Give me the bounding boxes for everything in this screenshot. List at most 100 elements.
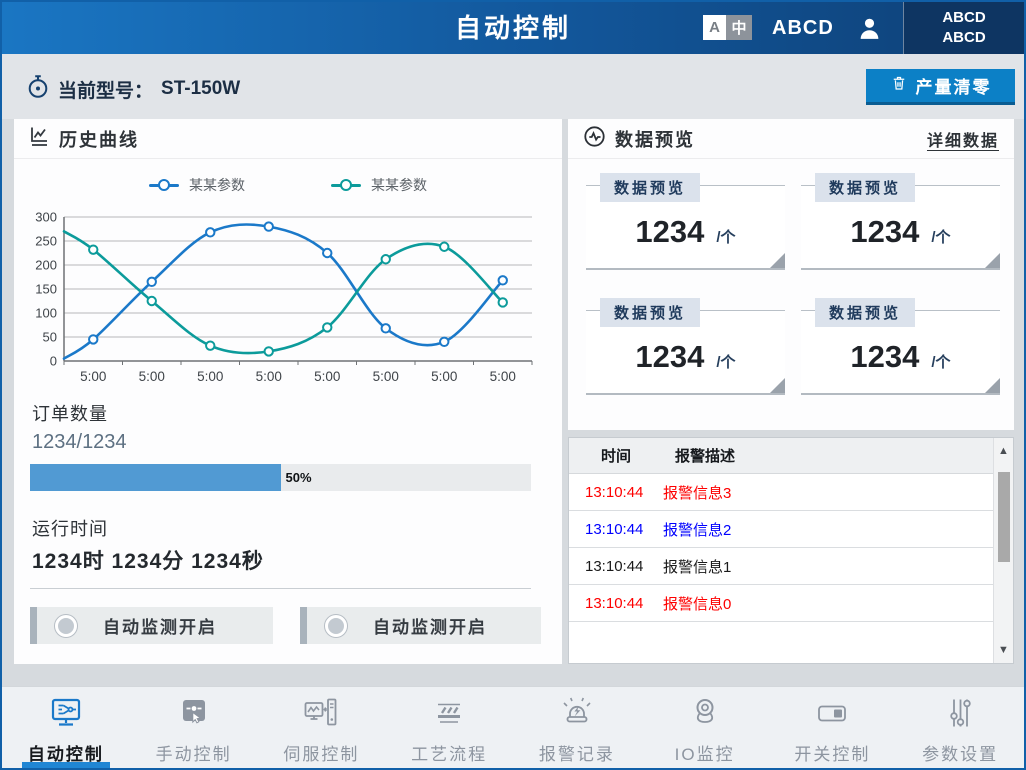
param-settings-icon <box>942 696 978 735</box>
card-label: 数据预览 <box>815 173 915 202</box>
legend-label-series2: 某某参数 <box>371 175 427 195</box>
auto-monitor-button-2[interactable]: 自动监测开启 <box>300 607 541 644</box>
nav-item-process-flow[interactable]: 工艺流程 <box>385 687 513 768</box>
language-option-zh[interactable]: 中 <box>726 15 752 40</box>
card-unit: /个 <box>716 354 735 371</box>
clear-output-button[interactable]: 产量清零 <box>866 69 1015 105</box>
data-preview-panel: 数据预览 详细数据 数据预览 1234/个 数据预览 1234/个 数据预览 1… <box>568 119 1014 430</box>
card-value: 1234 <box>635 339 704 374</box>
nav-label: 报警记录 <box>539 740 615 765</box>
nav-item-alarm-record[interactable]: 报警记录 <box>513 687 641 768</box>
table-row[interactable]: 13:10:44 报警信息3 <box>569 474 993 511</box>
auto-monitor-label-2: 自动监测开启 <box>373 613 487 638</box>
legend-item-series1[interactable]: 某某参数 <box>149 175 245 195</box>
legend-marker-series1 <box>149 179 179 191</box>
card-unit: /个 <box>931 354 950 371</box>
auto-monitor-button-1[interactable]: 自动监测开启 <box>30 607 273 644</box>
nav-item-param-settings[interactable]: 参数设置 <box>896 687 1024 768</box>
corner-fold-icon <box>985 378 1000 393</box>
svg-text:5:00: 5:00 <box>373 369 399 384</box>
clear-output-label: 产量清零 <box>916 73 992 98</box>
chart-legend: 某某参数 某某参数 <box>14 175 562 195</box>
svg-text:5:00: 5:00 <box>431 369 457 384</box>
gauge-icon <box>26 73 50 105</box>
switch-control-icon <box>814 696 850 735</box>
card-label: 数据预览 <box>815 298 915 327</box>
nav-item-io-monitor[interactable]: IO监控 <box>641 687 769 768</box>
nav-label: IO监控 <box>675 740 735 765</box>
language-option-en[interactable]: A <box>703 15 726 40</box>
svg-text:250: 250 <box>35 234 57 249</box>
auto-control-icon <box>48 696 84 735</box>
radio-indicator-icon <box>325 615 347 637</box>
svg-text:100: 100 <box>35 306 57 321</box>
alarm-desc: 报警信息3 <box>663 482 731 503</box>
svg-text:5:00: 5:00 <box>490 369 516 384</box>
card-label: 数据预览 <box>600 173 700 202</box>
alarm-col-desc: 报警描述 <box>675 445 735 466</box>
nav-label: 参数设置 <box>922 740 998 765</box>
alarm-time: 13:10:44 <box>585 521 661 538</box>
model-value: ST-150W <box>161 78 240 100</box>
radio-indicator-icon <box>55 615 77 637</box>
alarm-time: 13:10:44 <box>585 558 661 575</box>
alarm-table: 时间 报警描述 13:10:44 报警信息3 13:10:44 报警信息2 13… <box>568 437 1014 664</box>
nav-item-manual-control[interactable]: 手动控制 <box>130 687 258 768</box>
table-row[interactable]: 13:10:44 报警信息1 <box>569 548 993 585</box>
legend-label-series1: 某某参数 <box>189 175 245 195</box>
alarm-time: 13:10:44 <box>585 595 661 612</box>
corner-fold-icon <box>985 253 1000 268</box>
scroll-down-icon[interactable]: ▼︎ <box>994 641 1013 659</box>
svg-text:5:00: 5:00 <box>314 369 340 384</box>
preview-card: 数据预览 1234/个 <box>586 185 785 270</box>
history-panel-header: 历史曲线 <box>14 119 562 159</box>
table-row[interactable]: 13:10:44 报警信息2 <box>569 511 993 548</box>
section-divider <box>30 588 531 589</box>
model-label: 当前型号： <box>58 76 153 103</box>
order-progress-bar: 50% <box>30 464 531 491</box>
preview-card: 数据预览 1234/个 <box>586 310 785 395</box>
servo-control-icon <box>303 696 339 735</box>
language-toggle[interactable]: A 中 <box>703 15 752 40</box>
svg-text:300: 300 <box>35 210 57 225</box>
svg-text:0: 0 <box>50 354 57 369</box>
legend-marker-series2 <box>331 179 361 191</box>
active-tab-indicator <box>22 762 110 768</box>
scroll-up-icon[interactable]: ▲︎ <box>994 442 1013 460</box>
history-line-chart: 0501001502002503005:005:005:005:005:005:… <box>20 207 538 391</box>
nav-label: 工艺流程 <box>411 740 487 765</box>
chart-icon <box>29 125 50 152</box>
trash-icon <box>890 74 908 97</box>
alarm-time: 13:10:44 <box>585 484 661 501</box>
alarm-table-header: 时间 报警描述 <box>569 438 993 474</box>
auto-monitor-label-1: 自动监测开启 <box>103 613 217 638</box>
preview-panel-title: 数据预览 <box>615 126 695 152</box>
table-row[interactable]: 13:10:44 报警信息0 <box>569 585 993 622</box>
history-panel: 历史曲线 某某参数 某某参数 0501001502002503005:005:0… <box>14 119 562 664</box>
io-monitor-icon <box>687 696 723 735</box>
svg-text:50: 50 <box>43 330 57 345</box>
svg-text:5:00: 5:00 <box>139 369 165 384</box>
scrollbar-thumb[interactable] <box>998 472 1010 562</box>
card-value: 1234 <box>635 214 704 249</box>
detail-data-link[interactable]: 详细数据 <box>927 127 999 151</box>
corner-line2: ABCD <box>942 28 985 48</box>
title-bar: 自动控制 A 中 ABCD ABCD ABCD <box>2 2 1024 54</box>
order-quantity-title: 订单数量 <box>32 400 108 426</box>
scrollbar[interactable]: ▲︎ ▼︎ <box>993 438 1013 663</box>
runtime-value: 1234时 1234分 1234秒 <box>32 545 264 575</box>
nav-item-auto-control[interactable]: 自动控制 <box>2 687 130 768</box>
manual-control-icon <box>176 696 212 735</box>
alarm-desc: 报警信息2 <box>663 519 731 540</box>
svg-text:150: 150 <box>35 282 57 297</box>
svg-text:5:00: 5:00 <box>197 369 223 384</box>
user-icon[interactable] <box>857 17 882 45</box>
legend-item-series2[interactable]: 某某参数 <box>331 175 427 195</box>
toolbar: 当前型号： ST-150W 产量清零 <box>2 54 1024 119</box>
nav-label: 开关控制 <box>794 740 870 765</box>
nav-item-switch-control[interactable]: 开关控制 <box>769 687 897 768</box>
preview-panel-header: 数据预览 详细数据 <box>568 119 1014 159</box>
alarm-col-time: 时间 <box>601 445 631 466</box>
nav-item-servo-control[interactable]: 伺服控制 <box>258 687 386 768</box>
card-unit: /个 <box>716 229 735 246</box>
